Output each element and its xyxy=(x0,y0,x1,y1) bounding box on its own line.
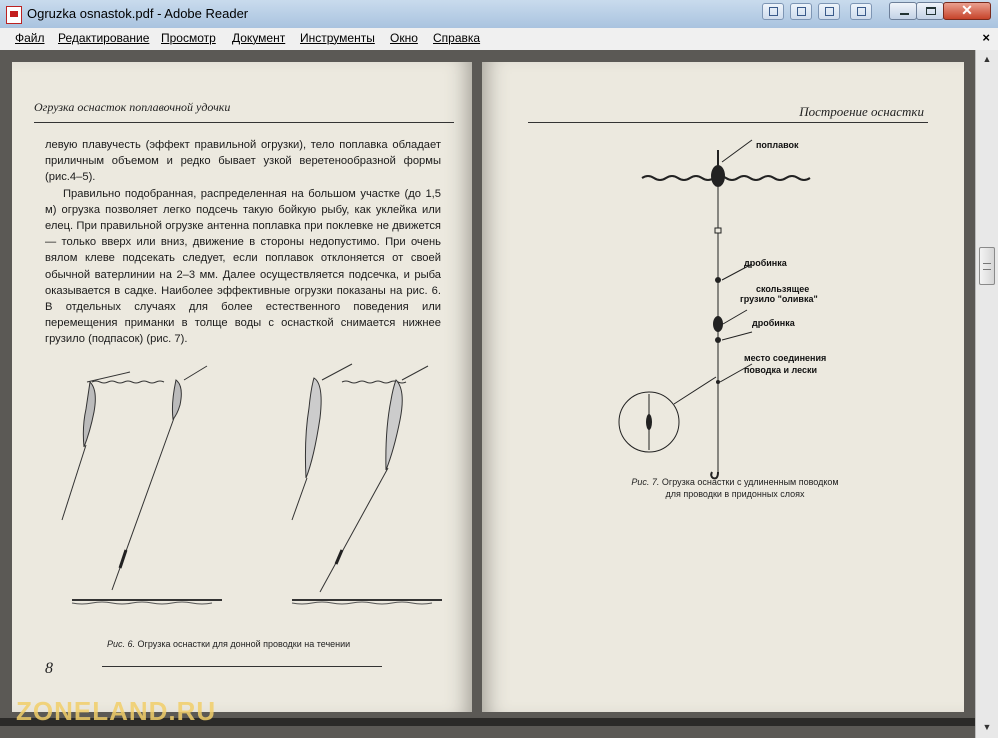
menu-document[interactable]: Документ xyxy=(232,31,285,45)
menu-file[interactable]: Файл xyxy=(15,31,45,45)
header-rule-right xyxy=(528,122,928,123)
caption-text: Огрузка оснастки для донной проводки на … xyxy=(137,639,351,649)
watermark: ZONELAND.RU xyxy=(16,696,217,726)
left-page: Огрузка оснасток поплавочной удочки леву… xyxy=(12,62,472,712)
menu-view[interactable]: Просмотр xyxy=(161,31,216,45)
minimize-button[interactable] xyxy=(889,2,917,20)
menu-tools[interactable]: Инструменты xyxy=(300,31,375,45)
figure-7-caption: Рис. 7. Огрузка оснастки с удлиненным по… xyxy=(605,476,865,500)
maximize-icon xyxy=(926,7,936,15)
caption-line-1: Рис. 7. Огрузка оснастки с удлиненным по… xyxy=(605,476,865,488)
menu-window[interactable]: Окно xyxy=(390,31,418,45)
close-button[interactable]: ✕ xyxy=(943,2,991,20)
close-icon: ✕ xyxy=(961,2,973,18)
label-joint-1: место соединения xyxy=(744,353,827,363)
caption-prefix: Рис. 6. xyxy=(107,639,136,649)
body-text: левую плавучесть (эффект правильной огру… xyxy=(45,137,441,348)
running-header-left: Огрузка оснасток поплавочной удочки xyxy=(34,100,231,114)
title-bar: Ogruzka osnastok.pdf - Adobe Reader ✕ xyxy=(0,0,998,28)
tool-button-3[interactable] xyxy=(818,3,840,20)
menu-help[interactable]: Справка xyxy=(433,31,480,45)
menu-bar: Файл Редактирование Просмотр Документ Ин… xyxy=(0,28,998,51)
caption-line-2: для проводки в придонных слоях xyxy=(665,489,805,499)
collapse-icon xyxy=(857,7,866,16)
label-float: поплавок xyxy=(756,140,799,150)
windows-icon xyxy=(797,7,806,16)
caption-text: Огрузка оснастки с удлиненным поводком xyxy=(661,477,839,487)
figure-7-illustration xyxy=(618,139,811,480)
close-document-icon[interactable]: × xyxy=(982,30,990,45)
maximize-button[interactable] xyxy=(916,2,944,20)
label-shot-1: дробинка xyxy=(744,258,787,268)
scroll-up-arrow-icon[interactable]: ▲ xyxy=(979,52,995,66)
scroll-down-arrow-icon[interactable]: ▼ xyxy=(979,720,995,734)
menu-edit[interactable]: Редактирование xyxy=(58,31,149,45)
label-joint-2: поводка и лески xyxy=(744,365,818,375)
window-title: Ogruzka osnastok.pdf - Adobe Reader xyxy=(27,6,249,21)
figure-6-illustration xyxy=(61,363,442,605)
running-header-right: Построение оснастки xyxy=(799,104,924,119)
page-number: 8 xyxy=(45,660,53,677)
document-viewer[interactable]: Огрузка оснасток поплавочной удочки леву… xyxy=(0,50,975,738)
scrollbar-thumb[interactable] xyxy=(979,247,995,285)
document-icon xyxy=(769,7,778,16)
label-olive-2: грузило "оливка" xyxy=(740,294,818,304)
tool-button-2[interactable] xyxy=(790,3,812,20)
tool-button-1[interactable] xyxy=(762,3,784,20)
pdf-file-icon xyxy=(6,6,22,24)
paragraph: левую плавучесть (эффект правильной огру… xyxy=(45,139,441,184)
label-olive-1: скользящее xyxy=(756,284,810,294)
vertical-scrollbar[interactable]: ▲ ▼ xyxy=(975,50,998,738)
footer-rule-left xyxy=(102,666,382,667)
caption-prefix: Рис. 7. xyxy=(631,477,660,487)
tool-button-4[interactable] xyxy=(850,3,872,20)
frame-icon xyxy=(825,7,834,16)
figure-6-caption: Рис. 6. Огрузка оснастки для донной пров… xyxy=(107,639,350,649)
minimize-icon xyxy=(900,13,909,15)
header-rule-left xyxy=(34,122,454,123)
right-page: Построение оснастки поплавок дробинка ск… xyxy=(482,62,964,712)
label-shot-2: дробинка xyxy=(752,318,795,328)
paragraph: Правильно подобранная, распределенная на… xyxy=(45,187,441,346)
